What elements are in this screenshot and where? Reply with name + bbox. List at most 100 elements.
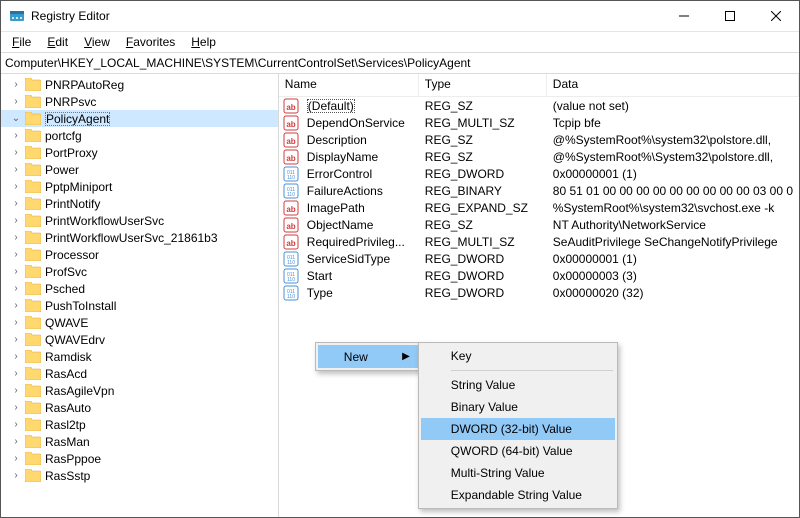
expand-icon[interactable]: › xyxy=(9,350,23,364)
submenu-item[interactable]: Binary Value xyxy=(421,396,615,418)
tree-item-rasl2tp[interactable]: ›Rasl2tp xyxy=(1,416,278,433)
tree-item-processor[interactable]: ›Processor xyxy=(1,246,278,263)
tree-item-printnotify[interactable]: ›PrintNotify xyxy=(1,195,278,212)
expand-icon[interactable]: › xyxy=(9,367,23,381)
submenu-item[interactable]: Key xyxy=(421,345,615,367)
value-name: Type xyxy=(307,286,333,300)
menu-help[interactable]: Help xyxy=(184,34,223,50)
tree-item-power[interactable]: ›Power xyxy=(1,161,278,178)
tree-item-pushtoinstall[interactable]: ›PushToInstall xyxy=(1,297,278,314)
value-type: REG_DWORD xyxy=(419,269,547,283)
submenu-item[interactable]: Multi-String Value xyxy=(421,462,615,484)
minimize-button[interactable] xyxy=(661,1,707,31)
value-name: ImagePath xyxy=(307,201,365,215)
expand-icon[interactable]: › xyxy=(9,78,23,92)
tree-item-pnrpautoreg[interactable]: ›PNRPAutoReg xyxy=(1,76,278,93)
menu-edit[interactable]: Edit xyxy=(40,34,75,50)
folder-icon xyxy=(25,163,41,176)
col-data[interactable]: Data xyxy=(547,74,799,96)
value-row[interactable]: abImagePathREG_EXPAND_SZ%SystemRoot%\sys… xyxy=(279,199,799,216)
expand-icon[interactable]: › xyxy=(9,435,23,449)
value-name: ServiceSidType xyxy=(307,252,390,266)
menu-view[interactable]: View xyxy=(77,34,117,50)
folder-icon xyxy=(25,333,41,346)
tree-item-qwavedrv[interactable]: ›QWAVEdrv xyxy=(1,331,278,348)
tree-item-ramdisk[interactable]: ›Ramdisk xyxy=(1,348,278,365)
submenu-item[interactable]: DWORD (32-bit) Value xyxy=(421,418,615,440)
expand-icon[interactable]: › xyxy=(9,163,23,177)
value-row[interactable]: 011110FailureActionsREG_BINARY80 51 01 0… xyxy=(279,182,799,199)
tree-item-raspppoe[interactable]: ›RasPppoe xyxy=(1,450,278,467)
value-icon: ab xyxy=(283,149,299,165)
tree-item-rasacd[interactable]: › RasAcd xyxy=(1,365,278,382)
expand-icon[interactable]: › xyxy=(9,214,23,228)
tree-item-portcfg[interactable]: ›portcfg xyxy=(1,127,278,144)
submenu-item[interactable]: QWORD (64-bit) Value xyxy=(421,440,615,462)
submenu-item[interactable]: Expandable String Value xyxy=(421,484,615,506)
value-row[interactable]: abRequiredPrivileg...REG_MULTI_SZSeAudit… xyxy=(279,233,799,250)
expand-icon[interactable]: › xyxy=(9,231,23,245)
tree-item-portproxy[interactable]: ›PortProxy xyxy=(1,144,278,161)
expand-icon[interactable]: › xyxy=(9,452,23,466)
address-input[interactable] xyxy=(1,54,799,72)
value-data: @%SystemRoot%\System32\polstore.dll, xyxy=(547,150,799,164)
value-row[interactable]: 011110TypeREG_DWORD0x00000020 (32) xyxy=(279,284,799,301)
close-button[interactable] xyxy=(753,1,799,31)
expand-icon[interactable]: › xyxy=(9,248,23,262)
context-menu-new[interactable]: New ▶ xyxy=(318,345,418,368)
value-row[interactable]: abDependOnServiceREG_MULTI_SZTcpip bfe xyxy=(279,114,799,131)
tree-item-label: RasAcd xyxy=(45,367,87,381)
expand-icon[interactable]: › xyxy=(9,95,23,109)
expand-icon[interactable]: › xyxy=(9,146,23,160)
value-row[interactable]: 011110ServiceSidTypeREG_DWORD0x00000001 … xyxy=(279,250,799,267)
tree-item-profsvc[interactable]: ›ProfSvc xyxy=(1,263,278,280)
tree-item-label: RasMan xyxy=(45,435,90,449)
expand-icon[interactable]: › xyxy=(9,299,23,313)
value-data: 0x00000020 (32) xyxy=(547,286,799,300)
expand-icon[interactable]: ⌄ xyxy=(9,112,23,126)
value-row[interactable]: abDescriptionREG_SZ@%SystemRoot%\system3… xyxy=(279,131,799,148)
tree-item-pnrpsvc[interactable]: ›PNRPsvc xyxy=(1,93,278,110)
tree-pane[interactable]: ›PNRPAutoReg›PNRPsvc⌄PolicyAgent›portcfg… xyxy=(1,74,279,517)
expand-icon[interactable]: › xyxy=(9,265,23,279)
expand-icon[interactable]: › xyxy=(9,418,23,432)
tree-item-rasman[interactable]: › RasMan xyxy=(1,433,278,450)
submenu-item[interactable]: String Value xyxy=(421,374,615,396)
expand-icon[interactable]: › xyxy=(9,316,23,330)
tree-item-label: PrintWorkflowUserSvc_21861b3 xyxy=(45,231,218,245)
menu-file[interactable]: File xyxy=(5,34,38,50)
value-row[interactable]: abObjectNameREG_SZNT Authority\NetworkSe… xyxy=(279,216,799,233)
value-row[interactable]: 011110ErrorControlREG_DWORD0x00000001 (1… xyxy=(279,165,799,182)
tree-item-printworkflowusersvc_21861b3[interactable]: › PrintWorkflowUserSvc_21861b3 xyxy=(1,229,278,246)
maximize-button[interactable] xyxy=(707,1,753,31)
tree-item-pptpminiport[interactable]: › PptpMiniport xyxy=(1,178,278,195)
tree-item-psched[interactable]: ›Psched xyxy=(1,280,278,297)
expand-icon[interactable]: › xyxy=(9,129,23,143)
tree-item-printworkflowusersvc[interactable]: ›PrintWorkflowUserSvc xyxy=(1,212,278,229)
values-pane: Name Type Data ab(Default)REG_SZ(value n… xyxy=(279,74,799,517)
tree-item-qwave[interactable]: ›QWAVE xyxy=(1,314,278,331)
tree-item-label: PptpMiniport xyxy=(45,180,112,194)
tree-item-rassstp[interactable]: ›RasSstp xyxy=(1,467,278,484)
svg-text:ab: ab xyxy=(286,205,295,214)
value-row[interactable]: 011110StartREG_DWORD0x00000003 (3) xyxy=(279,267,799,284)
value-row[interactable]: ab(Default)REG_SZ(value not set) xyxy=(279,97,799,114)
expand-icon[interactable]: › xyxy=(9,469,23,483)
expand-icon[interactable]: › xyxy=(9,180,23,194)
svg-text:110: 110 xyxy=(287,294,295,300)
value-row[interactable]: abDisplayNameREG_SZ@%SystemRoot%\System3… xyxy=(279,148,799,165)
value-icon: 011110 xyxy=(283,268,299,284)
tree-item-policyagent[interactable]: ⌄PolicyAgent xyxy=(1,110,278,127)
svg-text:ab: ab xyxy=(286,154,295,163)
expand-icon[interactable]: › xyxy=(9,282,23,296)
tree-item-rasagilevpn[interactable]: ›RasAgileVpn xyxy=(1,382,278,399)
col-name[interactable]: Name xyxy=(279,74,419,96)
expand-icon[interactable]: › xyxy=(9,197,23,211)
expand-icon[interactable]: › xyxy=(9,384,23,398)
col-type[interactable]: Type xyxy=(419,74,547,96)
menu-favorites[interactable]: Favorites xyxy=(119,34,182,50)
tree-item-rasauto[interactable]: ›RasAuto xyxy=(1,399,278,416)
value-type: REG_SZ xyxy=(419,133,547,147)
expand-icon[interactable]: › xyxy=(9,401,23,415)
expand-icon[interactable]: › xyxy=(9,333,23,347)
